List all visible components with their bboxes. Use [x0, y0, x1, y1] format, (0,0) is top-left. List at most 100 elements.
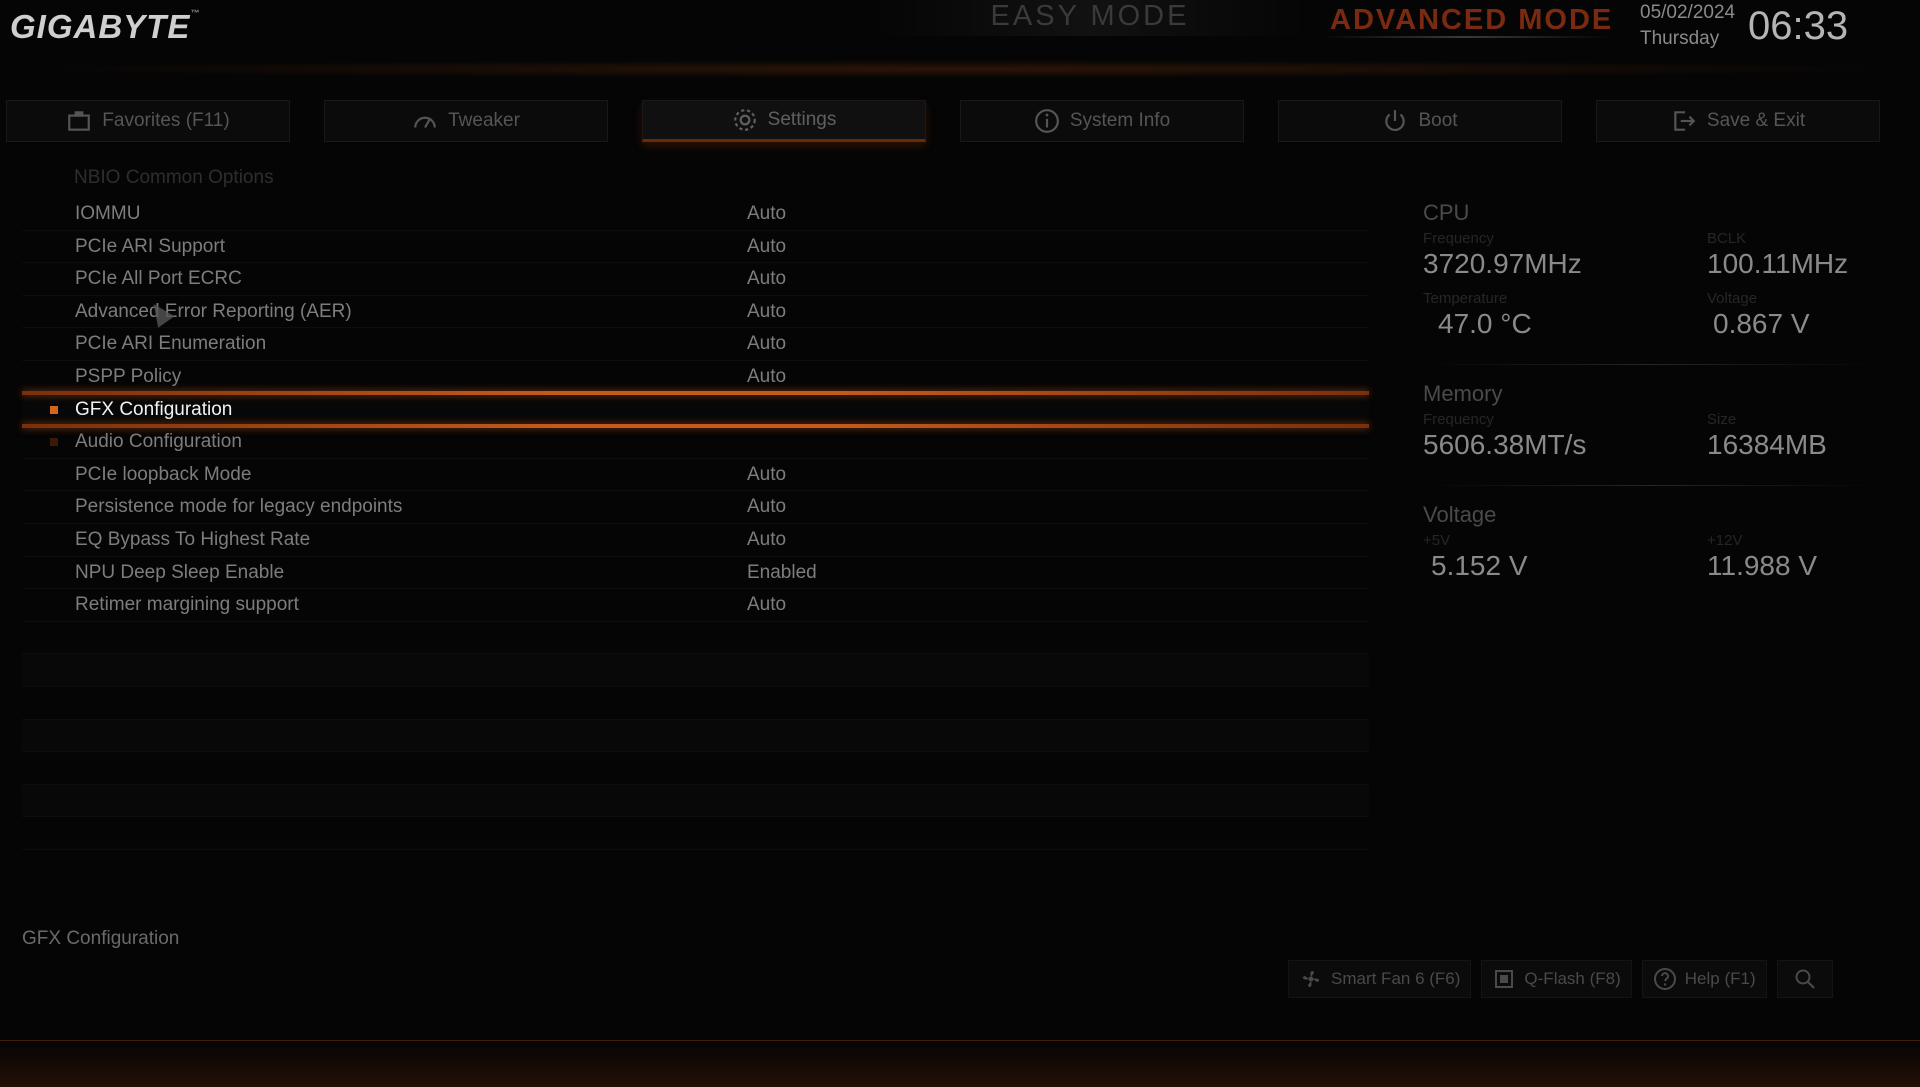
- setting-value[interactable]: Auto: [747, 236, 786, 258]
- setting-row-retimer-margining[interactable]: Retimer margining support Auto: [22, 589, 1369, 622]
- header-glow: [0, 60, 1920, 78]
- empty-row: [22, 622, 1369, 655]
- tab-label: Boot: [1418, 110, 1458, 131]
- setting-row-aer[interactable]: Advanced Error Reporting (AER) Auto: [22, 296, 1369, 329]
- setting-row-pcie-loopback-mode[interactable]: PCIe loopback Mode Auto: [22, 459, 1369, 492]
- setting-row-pspp-policy[interactable]: PSPP Policy Auto: [22, 361, 1369, 394]
- smart-fan-label: Smart Fan 6 (F6): [1331, 969, 1461, 988]
- hardware-monitor-panel: CPU Frequency BCLK 3720.97MHz 100.11MHz …: [1423, 200, 1878, 592]
- setting-row-pcie-ari-enumeration[interactable]: PCIe ARI Enumeration Auto: [22, 328, 1369, 361]
- setting-label: Audio Configuration: [75, 431, 242, 453]
- smart-fan-button[interactable]: Smart Fan 6 (F6): [1288, 960, 1472, 998]
- advanced-mode-label[interactable]: ADVANCED MODE: [1330, 4, 1613, 37]
- memory-frequency-value: 5606.38MT/s: [1423, 429, 1587, 460]
- monitor-divider: [1423, 364, 1878, 365]
- cpu-voltage-value: 0.867 V: [1713, 308, 1810, 339]
- setting-value[interactable]: Auto: [747, 268, 786, 290]
- fan-icon: [1302, 970, 1320, 988]
- voltage-title: Voltage: [1423, 502, 1497, 527]
- exit-icon: [1674, 111, 1696, 131]
- tab-favorites[interactable]: Favorites (F11): [6, 100, 290, 142]
- cpu-voltage-label: Voltage: [1707, 290, 1758, 307]
- setting-label: PCIe ARI Support: [75, 235, 225, 257]
- monitor-divider: [1423, 485, 1878, 486]
- info-icon: [1034, 109, 1059, 133]
- setting-value[interactable]: Auto: [747, 366, 786, 388]
- search-icon: [1795, 969, 1815, 989]
- search-button[interactable]: [1776, 960, 1833, 998]
- setting-label: PCIe ARI Enumeration: [75, 333, 267, 355]
- setting-row-pcie-all-port-ecrc[interactable]: PCIe All Port ECRC Auto: [22, 263, 1369, 296]
- setting-label: IOMMU: [75, 203, 141, 224]
- date-display: 05/02/2024: [1640, 2, 1736, 23]
- setting-row-npu-deep-sleep[interactable]: NPU Deep Sleep Enable Enabled: [22, 557, 1369, 590]
- day-display: Thursday: [1640, 28, 1720, 49]
- item-help-description: GFX Configuration: [22, 928, 180, 949]
- setting-label: NPU Deep Sleep Enable: [75, 561, 285, 583]
- setting-row-pcie-ari-support[interactable]: PCIe ARI Support Auto: [22, 231, 1369, 264]
- tab-label: Favorites (F11): [102, 110, 230, 131]
- v12-label: +12V: [1707, 532, 1743, 549]
- tab-label: Save & Exit: [1706, 110, 1806, 131]
- gear-icon: [733, 109, 756, 131]
- footer-toolbar: Smart Fan 6 (F6) Q-Flash (F8) Help (F1): [1288, 960, 1833, 1000]
- main-tabs: Favorites (F11) Tweaker Settings System …: [6, 100, 1886, 144]
- v5-value: 5.152 V: [1431, 550, 1528, 581]
- tab-label: Settings: [767, 109, 837, 130]
- mode-divider: [1320, 36, 1610, 38]
- empty-row: [22, 752, 1369, 785]
- clock-display: 06:33: [1748, 4, 1849, 48]
- cpu-frequency-label: Frequency: [1423, 230, 1494, 247]
- setting-value[interactable]: Auto: [747, 333, 786, 355]
- setting-label: Retimer margining support: [75, 594, 299, 616]
- gigabyte-logo: GIGABYTE™: [10, 8, 201, 45]
- tab-settings[interactable]: Settings: [642, 100, 926, 142]
- tab-save-exit[interactable]: Save & Exit: [1596, 100, 1880, 142]
- memory-size-value: 16384MB: [1707, 429, 1827, 460]
- v12-value: 11.988 V: [1707, 550, 1818, 581]
- help-icon: [1653, 968, 1676, 990]
- setting-row-audio-configuration[interactable]: Audio Configuration: [22, 426, 1369, 459]
- qflash-label: Q-Flash (F8): [1524, 969, 1621, 988]
- setting-value[interactable]: Auto: [747, 496, 786, 518]
- bclk-value: 100.11MHz: [1707, 248, 1849, 279]
- memory-monitor: Memory Frequency Size 5606.38MT/s 16384M…: [1423, 381, 1878, 471]
- tab-tweaker[interactable]: Tweaker: [324, 100, 608, 142]
- memory-frequency-label: Frequency: [1423, 411, 1494, 428]
- qflash-button[interactable]: Q-Flash (F8): [1481, 960, 1632, 998]
- memory-title: Memory: [1423, 381, 1503, 406]
- setting-label: EQ Bypass To Highest Rate: [75, 528, 311, 550]
- tab-label: System Info: [1069, 110, 1171, 131]
- empty-row: [22, 687, 1369, 720]
- cpu-frequency-value: 3720.97MHz: [1423, 248, 1582, 279]
- setting-row-persistence-mode[interactable]: Persistence mode for legacy endpoints Au…: [22, 491, 1369, 524]
- memory-size-label: Size: [1707, 411, 1737, 428]
- easy-mode-button[interactable]: EASY MODE: [875, 0, 1305, 36]
- setting-row-gfx-configuration[interactable]: GFX Configuration: [22, 390, 1369, 428]
- setting-label: PCIe All Port ECRC: [75, 268, 242, 290]
- setting-value[interactable]: Auto: [747, 529, 786, 551]
- setting-value[interactable]: Auto: [747, 203, 786, 225]
- speedometer-icon: [414, 116, 436, 129]
- help-label: Help (F1): [1684, 969, 1756, 988]
- empty-row: [22, 719, 1369, 753]
- empty-row: [22, 784, 1369, 818]
- footer-glow: [0, 1040, 1920, 1087]
- setting-row-iommu[interactable]: IOMMU Auto: [22, 198, 1369, 231]
- section-title: NBIO Common Options: [74, 167, 274, 188]
- tab-system-info[interactable]: System Info: [960, 100, 1244, 142]
- cpu-title: CPU: [1423, 200, 1470, 225]
- setting-value[interactable]: Enabled: [747, 562, 817, 584]
- setting-value[interactable]: Auto: [747, 301, 786, 323]
- tab-boot[interactable]: Boot: [1278, 100, 1562, 142]
- setting-value[interactable]: Auto: [747, 464, 786, 486]
- cpu-temperature-value: 47.0 °C: [1438, 308, 1532, 339]
- empty-row: [22, 817, 1369, 850]
- setting-label: GFX Configuration: [75, 398, 233, 420]
- cpu-monitor: CPU Frequency BCLK 3720.97MHz 100.11MHz …: [1423, 200, 1878, 350]
- bclk-label: BCLK: [1707, 230, 1747, 247]
- help-button[interactable]: Help (F1): [1641, 960, 1767, 998]
- setting-value[interactable]: Auto: [747, 594, 786, 616]
- setting-row-eq-bypass[interactable]: EQ Bypass To Highest Rate Auto: [22, 524, 1369, 557]
- tab-label: Tweaker: [448, 110, 520, 131]
